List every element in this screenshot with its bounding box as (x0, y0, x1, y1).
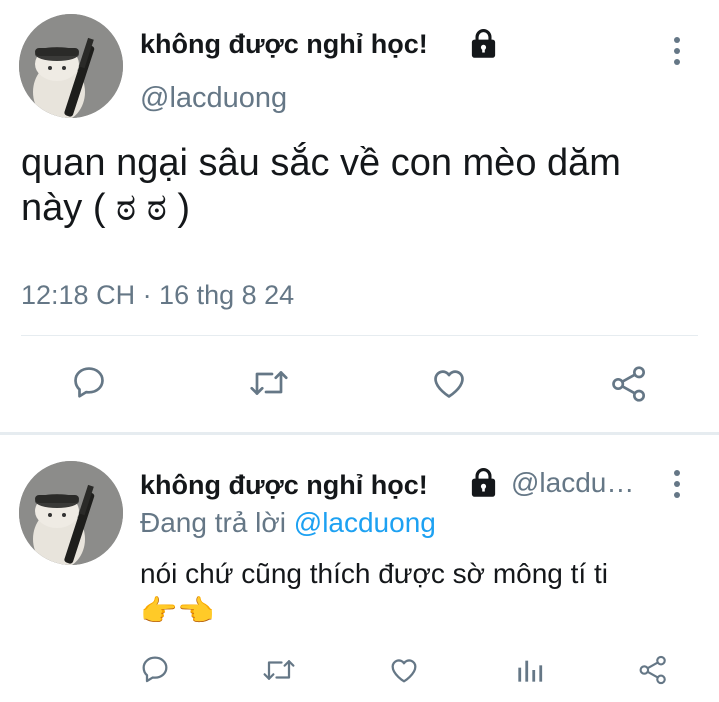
display-name[interactable]: không được nghỉ học! (140, 29, 428, 60)
lock-icon (468, 467, 499, 503)
analytics-icon[interactable] (516, 655, 544, 685)
display-name[interactable]: không được nghỉ học! (140, 470, 428, 501)
share-icon[interactable] (636, 654, 670, 686)
like-icon[interactable] (387, 654, 421, 686)
divider (21, 335, 698, 336)
replying-prefix: Đang trả lời (140, 507, 286, 538)
like-icon[interactable] (429, 364, 469, 402)
lock-icon (468, 28, 499, 64)
retweet-icon[interactable] (261, 655, 297, 685)
handle[interactable]: @lacdu… (511, 467, 634, 499)
display-name-text: không được nghỉ học! (140, 470, 428, 500)
reply-text: nói chứ cũng thích được sờ mông tí ti (140, 558, 608, 589)
more-options-icon[interactable] (672, 37, 682, 70)
more-options-icon[interactable] (672, 470, 682, 503)
reply-icon[interactable] (70, 363, 108, 401)
tweet-text: quan ngại sâu sắc về con mèo dăm này ( ಠ… (21, 142, 621, 229)
display-name-text: không được nghỉ học! (140, 29, 428, 59)
replying-to-link[interactable]: @lacduong (294, 507, 436, 538)
avatar[interactable] (19, 14, 123, 118)
retweet-icon[interactable] (248, 365, 290, 401)
avatar-image (19, 14, 123, 118)
avatar[interactable] (19, 461, 123, 565)
replying-to: Đang trả lời @lacduong (140, 505, 436, 541)
avatar-image (19, 461, 123, 565)
handle[interactable]: @lacduong (140, 82, 287, 115)
share-icon[interactable] (608, 364, 650, 404)
emoji: 👉👈 (140, 595, 215, 628)
timestamp[interactable]: 12:18 CH · 16 thg 8 24 (21, 280, 294, 311)
reply-icon[interactable] (139, 653, 171, 685)
section-separator (0, 432, 719, 435)
